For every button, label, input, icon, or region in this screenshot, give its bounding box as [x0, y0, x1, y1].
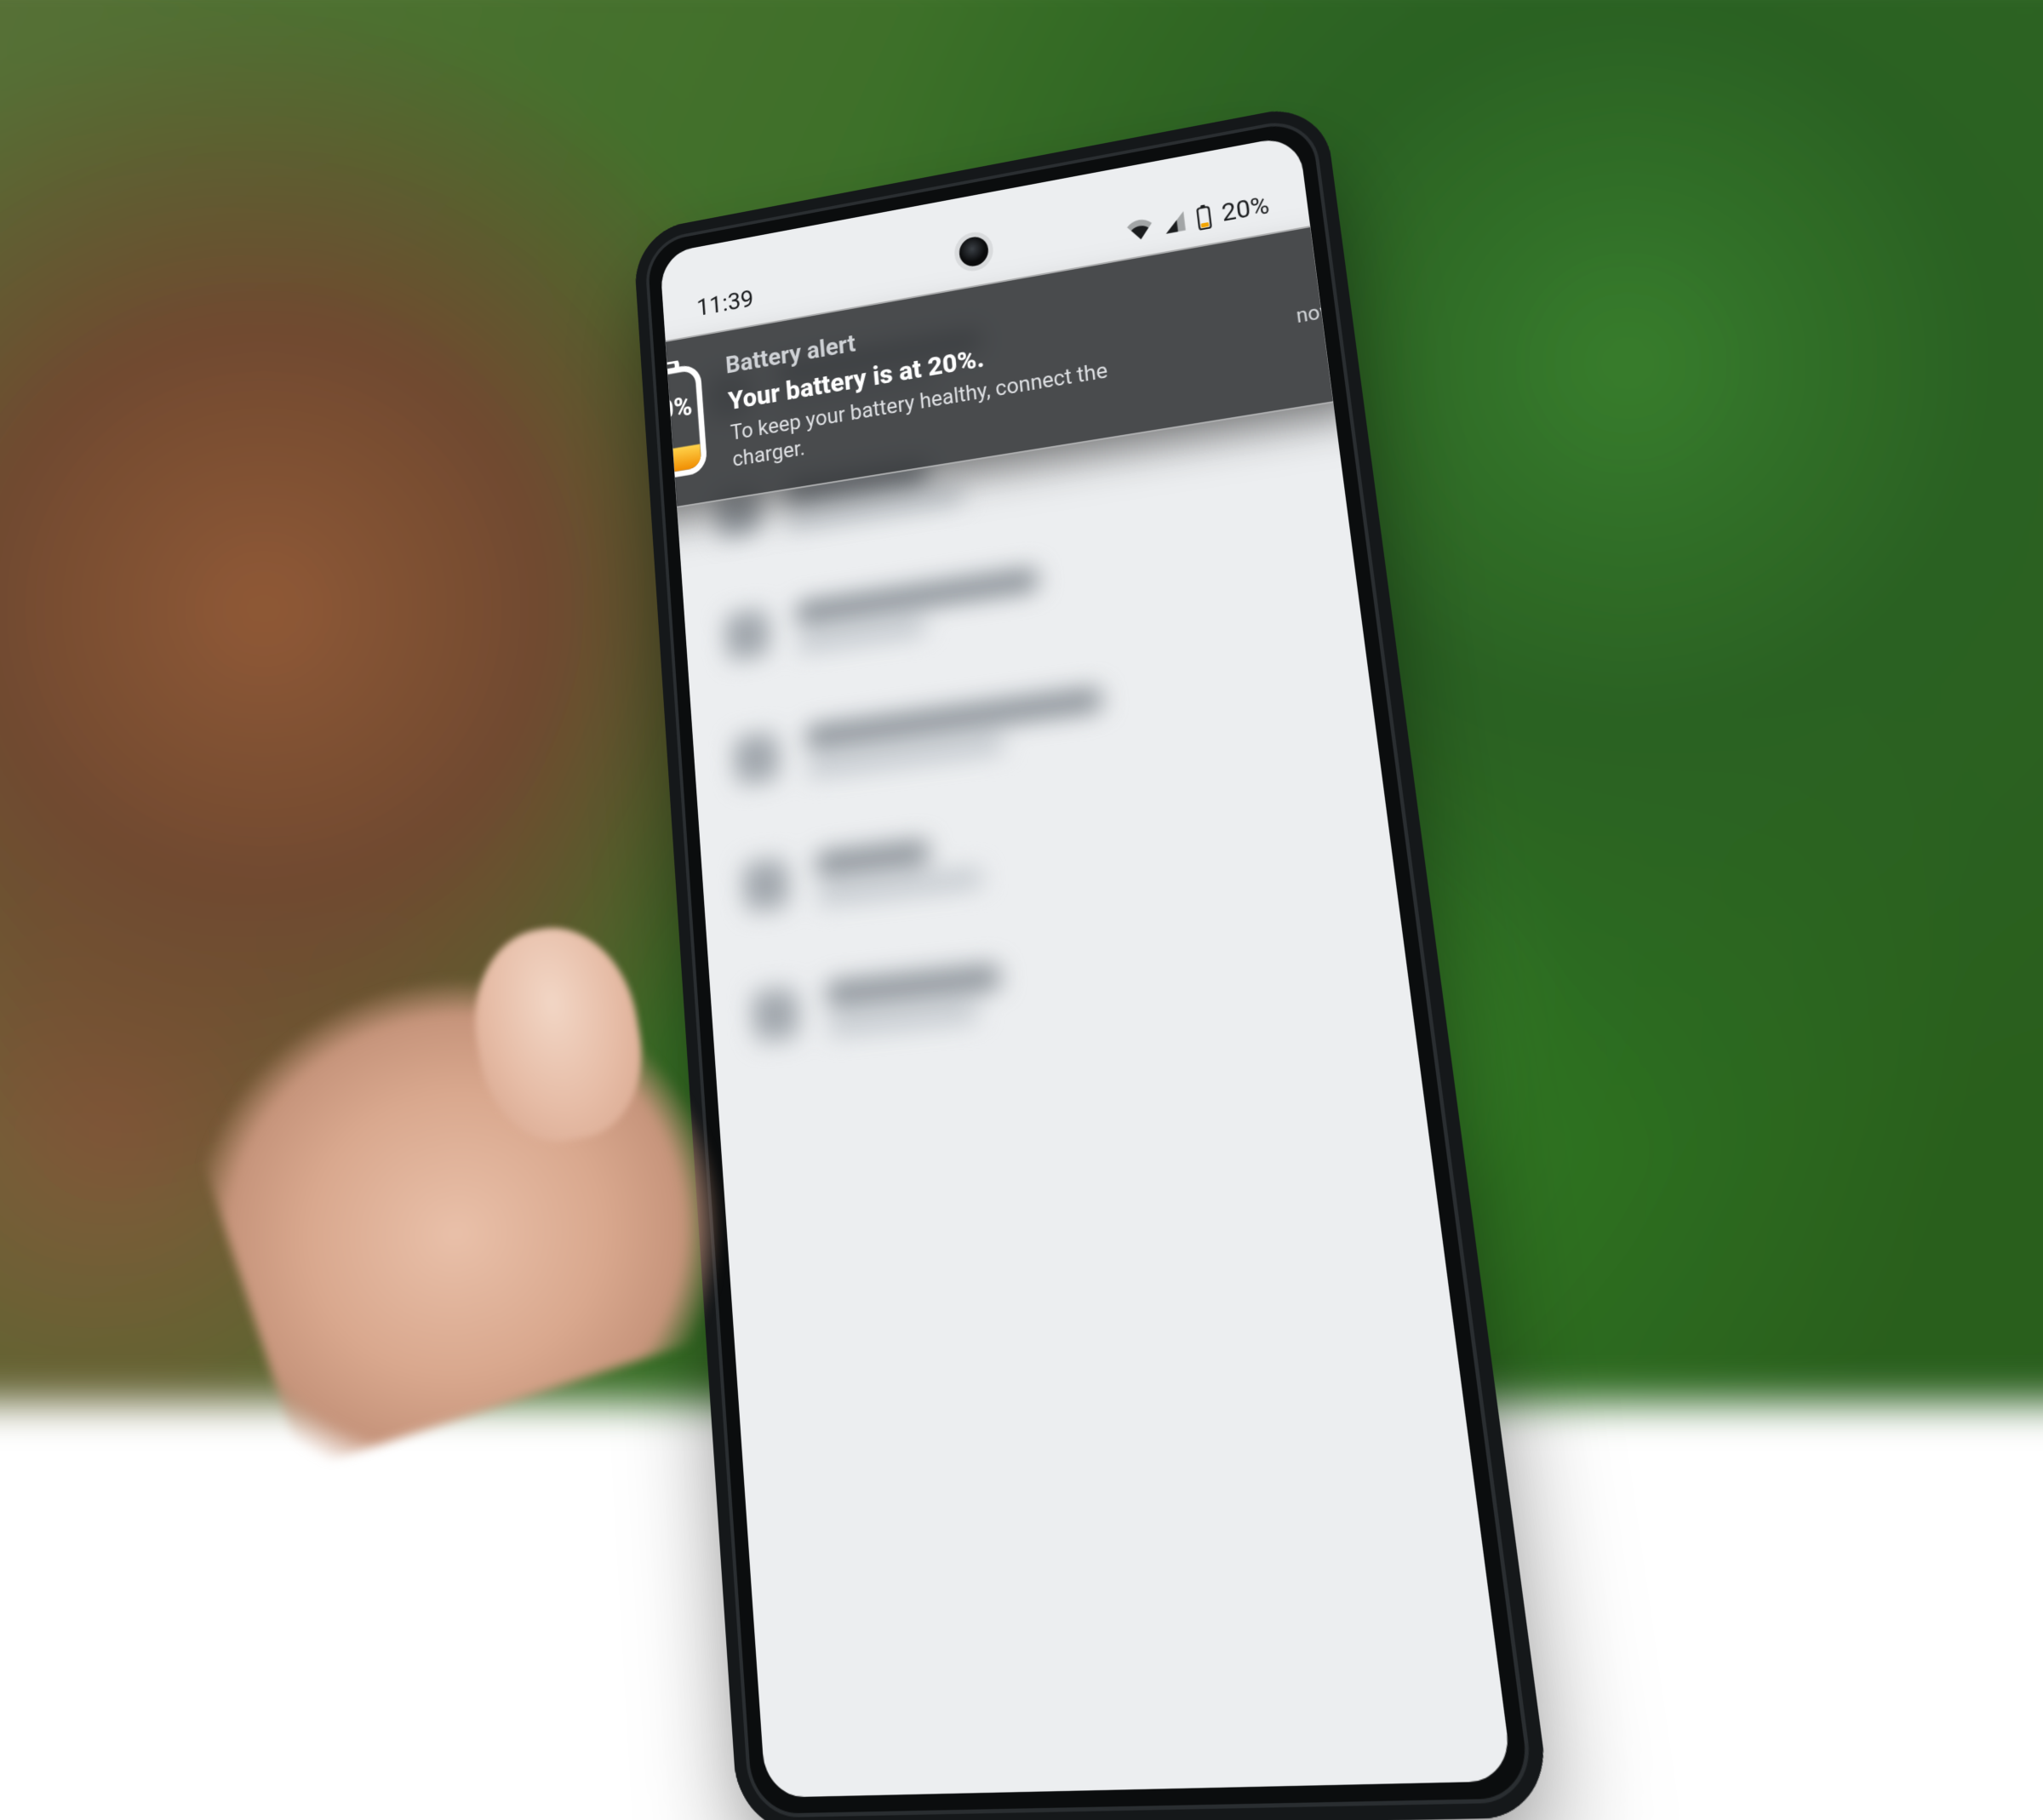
- battery-icon-percent-label: 20%: [660, 390, 694, 428]
- battery-status-icon: [1195, 203, 1213, 231]
- phone-frame: 11:39 20%: [632, 101, 1553, 1820]
- phone-screen: 11:39 20%: [660, 134, 1514, 1798]
- status-time: 11:39: [695, 284, 754, 322]
- cellular-signal-icon: [1162, 209, 1187, 235]
- battery-status-text: 20%: [1220, 191, 1271, 227]
- notification-timestamp: now: [1295, 298, 1336, 328]
- wifi-icon: [1125, 215, 1154, 241]
- battery-icon: 20%: [660, 461, 711, 489]
